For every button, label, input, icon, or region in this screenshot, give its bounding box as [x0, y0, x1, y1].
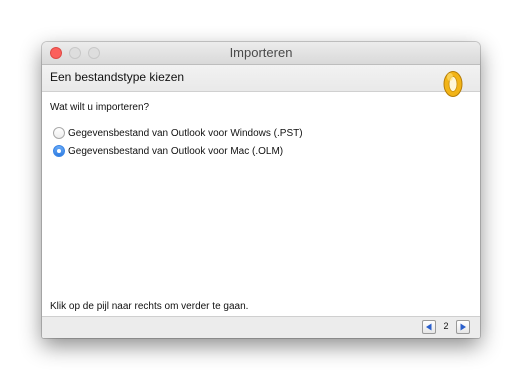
previous-button[interactable] — [422, 320, 436, 334]
question-label: Wat wilt u importeren? — [50, 102, 150, 113]
radio-olm[interactable] — [53, 145, 65, 157]
radio-pst[interactable] — [53, 127, 65, 139]
arrow-right-icon — [460, 323, 466, 331]
instruction-text: Klik op de pijl naar rechts om verder te… — [50, 301, 249, 312]
step-title: Een bestandstype kiezen — [50, 70, 185, 84]
title-bar[interactable]: Importeren — [42, 42, 480, 65]
navigation-footer: 2 — [42, 316, 480, 338]
page-number: 2 — [443, 321, 449, 331]
window-title: Importeren — [229, 45, 293, 60]
outlook-logo-icon — [443, 71, 463, 97]
arrow-left-icon — [426, 323, 432, 331]
option-pst-label[interactable]: Gegevensbestand van Outlook voor Windows… — [68, 128, 303, 139]
next-button[interactable] — [456, 320, 470, 334]
option-olm[interactable]: Gegevensbestand van Outlook voor Mac (.O… — [53, 144, 283, 158]
option-pst[interactable]: Gegevensbestand van Outlook voor Windows… — [53, 126, 303, 140]
option-olm-label[interactable]: Gegevensbestand van Outlook voor Mac (.O… — [68, 146, 283, 157]
import-window: Importeren Een bestandstype kiezen Wat w… — [42, 42, 480, 338]
step-header: Een bestandstype kiezen — [42, 65, 480, 92]
